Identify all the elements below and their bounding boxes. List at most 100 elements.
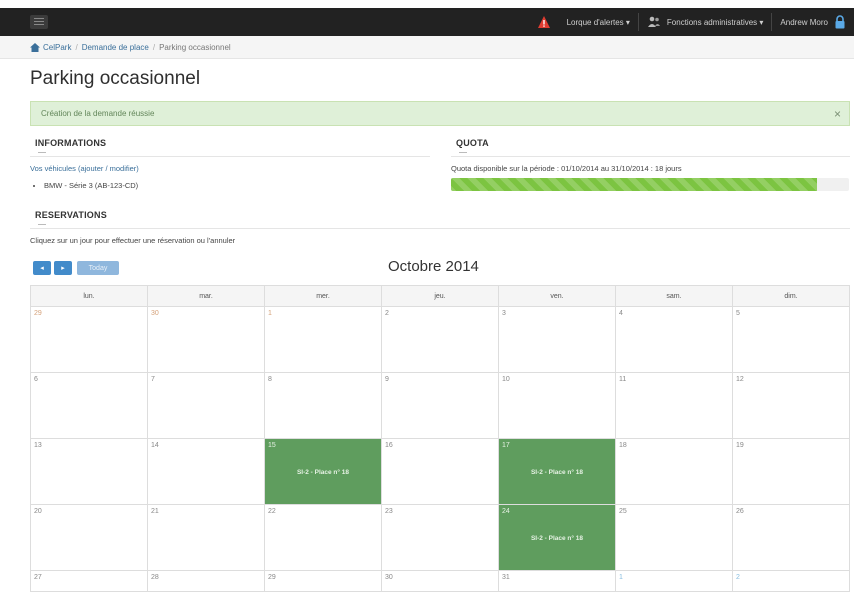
alerts-menu[interactable]: Lorque d'alertes ▾ [559, 8, 638, 36]
calendar-day[interactable]: 6 [30, 372, 148, 439]
calendar-day[interactable]: 22 [264, 504, 382, 571]
reservations-hint: Cliquez sur un jour pour effectuer une r… [30, 236, 236, 245]
alert-message: Création de la demande réussie [41, 109, 155, 118]
calendar-day[interactable]: 1 [615, 570, 733, 592]
top-navbar: Lorque d'alertes ▾ Fonctions administrat… [0, 8, 854, 36]
calendar-day[interactable]: 29 [264, 570, 382, 592]
reservation-event[interactable]: SI-2 - Place n° 18 [499, 535, 615, 542]
calendar-day-reserved[interactable]: 17 SI-2 - Place n° 18 [498, 438, 616, 505]
quota-text: Quota disponible sur la période : 01/10/… [451, 164, 682, 173]
day-number: 12 [736, 376, 744, 383]
calendar-day[interactable]: 21 [147, 504, 265, 571]
day-number: 14 [151, 442, 159, 449]
day-number: 3 [502, 310, 506, 317]
calendar-day[interactable]: 7 [147, 372, 265, 439]
calendar-week-row: 20 21 22 23 24 SI-2 - Place n° 18 25 26 [30, 504, 850, 571]
breadcrumb-request-link[interactable]: Demande de place [82, 43, 149, 52]
top-nav: Lorque d'alertes ▾ Fonctions administrat… [537, 8, 854, 36]
weekday-header: ven. [498, 285, 616, 307]
calendar-day[interactable]: 9 [381, 372, 499, 439]
heading-underline [459, 152, 467, 153]
admin-functions-menu[interactable]: Fonctions administratives ▾ [639, 8, 772, 36]
quota-progress-bar [451, 178, 818, 191]
calendar-day[interactable]: 16 [381, 438, 499, 505]
day-number: 1 [619, 574, 623, 581]
calendar-day[interactable]: 5 [732, 306, 850, 373]
calendar-day[interactable]: 18 [615, 438, 733, 505]
alert-close-button[interactable]: × [834, 107, 841, 121]
day-number: 27 [34, 574, 42, 581]
calendar-day[interactable]: 11 [615, 372, 733, 439]
calendar-week-row: 27 28 29 30 31 1 2 [30, 570, 850, 592]
lock-icon [835, 15, 845, 29]
admin-functions-label: Fonctions administratives ▾ [666, 17, 764, 27]
quota-progress [451, 178, 849, 191]
weekday-header: dim. [732, 285, 850, 307]
user-name: Andrew Moro [780, 17, 828, 27]
vehicle-list: BMW - Série 3 (AB-123-CD) [34, 181, 138, 190]
calendar-prev-button[interactable]: ◂ [33, 261, 51, 275]
day-number: 18 [619, 442, 627, 449]
user-menu[interactable]: Andrew Moro [772, 8, 854, 36]
vehicles-label[interactable]: Vos véhicules (ajouter / modifier) [30, 164, 139, 173]
breadcrumb-separator: / [75, 42, 78, 52]
calendar-day[interactable]: 8 [264, 372, 382, 439]
calendar-body: 29 30 1 2 3 4 5 6 7 8 9 10 11 12 13 14 15 SI-2 - Place n°… [30, 306, 850, 592]
calendar-day[interactable]: 25 [615, 504, 733, 571]
day-number: 23 [385, 508, 393, 515]
calendar-day[interactable]: 2 [732, 570, 850, 592]
calendar-today-button[interactable]: Today [77, 261, 119, 275]
calendar-title: Octobre 2014 [388, 258, 479, 275]
weekday-header: sam. [615, 285, 733, 307]
calendar-day[interactable]: 26 [732, 504, 850, 571]
home-icon[interactable] [30, 42, 40, 52]
heading-underline [38, 224, 46, 225]
calendar-next-button[interactable]: ▸ [54, 261, 72, 275]
calendar-day[interactable]: 29 [30, 306, 148, 373]
weekday-header: jeu. [381, 285, 499, 307]
day-number: 29 [34, 310, 42, 317]
calendar-day[interactable]: 13 [30, 438, 148, 505]
calendar-day[interactable]: 31 [498, 570, 616, 592]
success-alert: Création de la demande réussie × [30, 101, 850, 126]
calendar-day[interactable]: 23 [381, 504, 499, 571]
day-number: 2 [385, 310, 389, 317]
calendar-day-reserved[interactable]: 15 SI-2 - Place n° 18 [264, 438, 382, 505]
weekday-header: mer. [264, 285, 382, 307]
calendar-day[interactable]: 30 [381, 570, 499, 592]
reservation-event[interactable]: SI-2 - Place n° 18 [499, 469, 615, 476]
day-number: 20 [34, 508, 42, 515]
calendar-day[interactable]: 3 [498, 306, 616, 373]
calendar-day[interactable]: 27 [30, 570, 148, 592]
calendar-day[interactable]: 2 [381, 306, 499, 373]
day-number: 11 [619, 376, 627, 383]
day-number: 17 [502, 442, 510, 449]
reservation-event[interactable]: SI-2 - Place n° 18 [265, 469, 381, 476]
calendar-day[interactable]: 12 [732, 372, 850, 439]
calendar-day[interactable]: 28 [147, 570, 265, 592]
day-number: 28 [151, 574, 159, 581]
vehicles-link[interactable]: Vos véhicules (ajouter / modifier) [30, 164, 139, 173]
calendar-day[interactable]: 20 [30, 504, 148, 571]
calendar-day[interactable]: 30 [147, 306, 265, 373]
informations-heading: INFORMATIONS [35, 138, 107, 148]
day-number: 6 [34, 376, 38, 383]
heading-underline [38, 152, 46, 153]
warning-icon [537, 16, 550, 28]
calendar-day[interactable]: 10 [498, 372, 616, 439]
calendar-day[interactable]: 1 [264, 306, 382, 373]
users-icon [647, 16, 660, 27]
weekday-header: mar. [147, 285, 265, 307]
menu-toggle-button[interactable] [30, 15, 48, 29]
calendar-day-reserved[interactable]: 24 SI-2 - Place n° 18 [498, 504, 616, 571]
day-number: 22 [268, 508, 276, 515]
day-number: 13 [34, 442, 42, 449]
breadcrumb-separator: / [152, 42, 156, 52]
calendar-day[interactable]: 14 [147, 438, 265, 505]
calendar-day[interactable]: 4 [615, 306, 733, 373]
day-number: 9 [385, 376, 389, 383]
breadcrumb-home-link[interactable]: CelPark [43, 43, 71, 52]
weekday-header: lun. [30, 285, 148, 307]
day-number: 16 [385, 442, 393, 449]
calendar-day[interactable]: 19 [732, 438, 850, 505]
